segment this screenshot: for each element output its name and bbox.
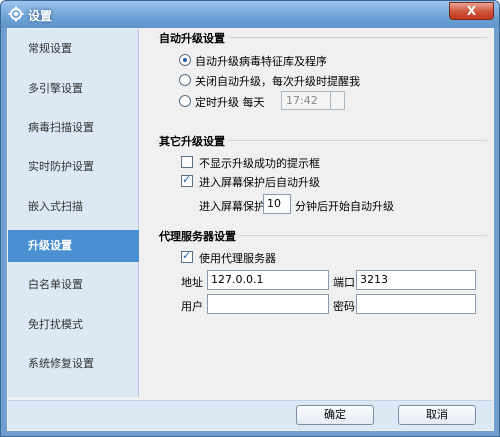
checkbox-screensaver-upgrade-label: 进入屏幕保护后自动升级 <box>199 176 320 189</box>
radio-remind-upgrade[interactable] <box>179 74 191 86</box>
sidebar-item-general[interactable]: 常规设置 <box>8 33 139 65</box>
checkbox-hide-success-tip-label: 不显示升级成功的提示框 <box>199 157 320 170</box>
radio-auto-upgrade[interactable] <box>179 54 191 66</box>
close-button[interactable]: X <box>449 2 494 20</box>
address-label: 地址 <box>181 276 203 289</box>
cancel-button[interactable]: 取消 <box>398 405 476 425</box>
sidebar-item-whitelist[interactable]: 白名单设置 <box>8 269 139 301</box>
title-bar: 设置 X <box>1 1 499 28</box>
radio-scheduled-upgrade[interactable] <box>179 95 191 107</box>
time-spinner[interactable]: 17:42 <box>281 91 345 110</box>
auto-upgrade-title: 自动升级设置 <box>159 30 228 46</box>
user-input[interactable] <box>207 294 329 314</box>
checkbox-use-proxy-label: 使用代理服务器 <box>199 252 276 265</box>
password-input[interactable] <box>356 294 476 314</box>
port-input[interactable]: 3213 <box>356 270 476 290</box>
sidebar: 常规设置 多引擎设置 病毒扫描设置 实时防护设置 嵌入式扫描 升级设置 白名单设… <box>8 29 139 397</box>
sidebar-item-realtime-protection[interactable]: 实时防护设置 <box>8 151 139 183</box>
radio-remind-upgrade-label: 关闭自动升级，每次升级时提醒我 <box>195 75 360 88</box>
settings-window: 设置 X 常规设置 多引擎设置 病毒扫描设置 实时防护设置 嵌入式扫描 升级设置… <box>0 0 500 437</box>
radio-auto-upgrade-label: 自动升级病毒特征库及程序 <box>195 55 327 68</box>
screensaver-minutes-input[interactable]: 10 <box>263 194 291 214</box>
screensaver-prefix: 进入屏幕保护 <box>199 200 265 213</box>
password-label: 密码 <box>333 300 355 313</box>
sidebar-item-multi-engine[interactable]: 多引擎设置 <box>8 73 139 105</box>
proxy-title: 代理服务器设置 <box>159 228 239 244</box>
spinner-arrows-icon[interactable] <box>330 92 344 109</box>
ok-button[interactable]: 确定 <box>296 405 374 425</box>
window-title: 设置 <box>28 9 53 23</box>
gear-icon <box>8 6 24 22</box>
checkbox-hide-success-tip[interactable] <box>181 156 193 168</box>
time-value: 17:42 <box>286 94 318 107</box>
upgrade-settings-panel: 自动升级设置 自动升级病毒特征库及程序 关闭自动升级，每次升级时提醒我 定时升级… <box>147 28 492 398</box>
sidebar-item-do-not-disturb[interactable]: 免打扰模式 <box>8 309 139 341</box>
other-upgrade-title: 其它升级设置 <box>159 133 228 149</box>
checkbox-use-proxy[interactable] <box>181 249 193 263</box>
sidebar-item-system-repair[interactable]: 系统修复设置 <box>8 348 139 380</box>
sidebar-item-virus-scan[interactable]: 病毒扫描设置 <box>8 112 139 144</box>
button-bar: 确定 取消 <box>8 400 493 430</box>
sidebar-item-embedded-scan[interactable]: 嵌入式扫描 <box>8 191 139 223</box>
user-label: 用户 <box>181 300 203 313</box>
port-label: 端口 <box>333 276 355 289</box>
sidebar-item-upgrade[interactable]: 升级设置 <box>8 230 139 262</box>
radio-scheduled-upgrade-label: 定时升级 每天 <box>195 96 265 109</box>
close-icon: X <box>466 4 477 18</box>
client-area: 常规设置 多引擎设置 病毒扫描设置 实时防护设置 嵌入式扫描 升级设置 白名单设… <box>7 28 494 431</box>
address-input[interactable]: 127.0.0.1 <box>207 270 329 290</box>
screensaver-suffix: 分钟后开始自动升级 <box>295 200 394 213</box>
checkbox-screensaver-upgrade[interactable] <box>181 173 193 187</box>
